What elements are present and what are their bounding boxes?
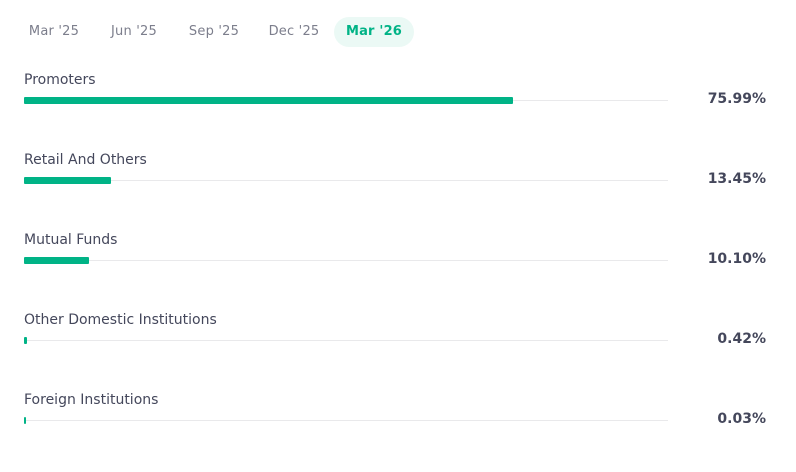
holding-percent: 75.99% (707, 91, 766, 107)
tab-dec-25[interactable]: Dec '25 (254, 17, 334, 47)
holding-bar-track (24, 340, 668, 341)
holding-percent: 0.03% (717, 411, 766, 427)
period-tabs: Mar '25 Jun '25 Sep '25 Dec '25 Mar '26 (14, 17, 414, 47)
holding-bar-track (24, 260, 668, 261)
tab-sep-25[interactable]: Sep '25 (174, 17, 254, 47)
holding-bar-track (24, 180, 668, 181)
holding-percent: 13.45% (707, 171, 766, 187)
tab-mar-26[interactable]: Mar '26 (334, 17, 414, 47)
holding-label: Foreign Institutions (24, 392, 159, 408)
holding-bar-fill (24, 257, 90, 264)
tab-jun-25[interactable]: Jun '25 (94, 17, 174, 47)
holding-bar-track (24, 420, 668, 421)
holding-row-other-domestic: Other Domestic Institutions 0.42% (0, 312, 796, 392)
holding-label: Promoters (24, 72, 96, 88)
holding-label: Retail And Others (24, 152, 147, 168)
holding-bar-fill (24, 177, 111, 184)
holding-percent: 0.42% (717, 331, 766, 347)
tab-mar-25[interactable]: Mar '25 (14, 17, 94, 47)
holding-row-promoters: Promoters 75.99% (0, 72, 796, 152)
holding-label: Mutual Funds (24, 232, 118, 248)
holding-bar-fill (24, 97, 514, 104)
holding-percent: 10.10% (707, 251, 766, 267)
holding-bar-fill (24, 337, 27, 344)
holding-label: Other Domestic Institutions (24, 312, 217, 328)
holding-bar-fill (24, 417, 26, 424)
holding-row-mutual-funds: Mutual Funds 10.10% (0, 232, 796, 312)
holding-row-retail: Retail And Others 13.45% (0, 152, 796, 232)
holding-row-foreign: Foreign Institutions 0.03% (0, 392, 796, 472)
